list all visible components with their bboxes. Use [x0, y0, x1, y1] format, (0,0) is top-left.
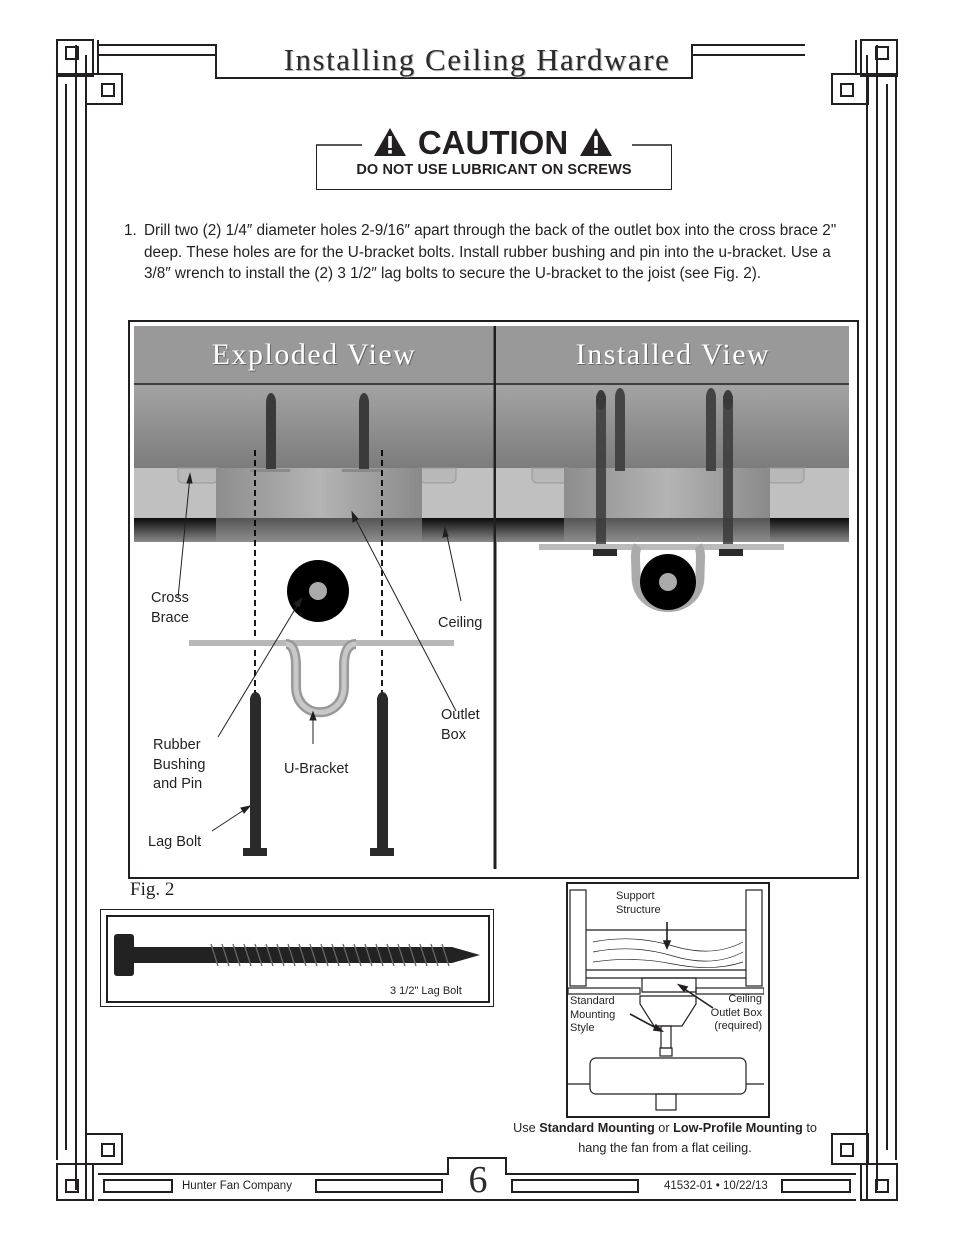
caption-line-2: hang the fan from a flat ceiling.	[578, 1140, 752, 1155]
label-line: Cross	[151, 590, 189, 606]
label-ceiling: Ceiling	[438, 615, 483, 631]
label-line: Mounting	[570, 1008, 616, 1021]
label-ceiling-outlet-box: Ceiling Outlet Box (required)	[692, 993, 762, 1034]
label-line: Outlet	[441, 707, 480, 723]
caption-text: to	[802, 1121, 817, 1135]
lag-bolt-label: 3 1/2" Lag Bolt	[390, 985, 462, 997]
lag-bolt-image	[114, 934, 480, 976]
warning-triangle-icon	[373, 128, 406, 156]
label-line: Outlet Box	[710, 1006, 762, 1019]
caution-heading: CAUTION	[300, 124, 686, 162]
label-line: Support	[616, 890, 655, 902]
caption-line-1: Use Standard Mounting or Low-Profile Mou…	[500, 1119, 830, 1139]
label-line: Box	[441, 726, 466, 743]
mounting-caption: Use Standard Mounting or Low-Profile Mou…	[500, 1119, 830, 1158]
footer-doc-id: 41532-01 • 10/22/13	[664, 1180, 768, 1192]
label-line: Style	[570, 1022, 595, 1034]
label-standard-mounting: Standard Mounting Style	[570, 995, 615, 1036]
label-lag-bolt: Lag Bolt	[148, 834, 202, 850]
label-u-bracket: U-Bracket	[284, 761, 349, 777]
step-number: 1.	[124, 222, 137, 239]
label-line: Bushing	[153, 756, 206, 773]
label-cross-brace: Cross Brace	[151, 589, 189, 628]
footer-company: Hunter Fan Company	[182, 1180, 292, 1192]
label-line: Ceiling	[728, 993, 762, 1005]
page-number: 6	[468, 1159, 488, 1201]
label-support-structure: Support Structure	[616, 890, 661, 917]
caption-text: or	[654, 1121, 674, 1135]
caption-text: Use	[513, 1121, 540, 1135]
instruction-step: 1. Drill two (2) 1/4″ diameter holes 2-9…	[124, 220, 844, 285]
label-line: Standard	[570, 995, 615, 1007]
label-rubber-bushing: Rubber Bushing and Pin	[153, 736, 205, 795]
page-title: Installing Ceiling Hardware	[283, 42, 671, 77]
label-line: and Pin	[153, 776, 203, 792]
label-line: Brace	[151, 609, 189, 626]
caption-bold: Standard Mounting	[539, 1121, 655, 1135]
label-line: (required)	[714, 1020, 762, 1032]
caution-message: DO NOT USE LUBRICANT ON SCREWS	[356, 162, 632, 178]
label-line: Rubber	[153, 737, 201, 753]
caption-bold: Low-Profile Mounting	[673, 1121, 803, 1135]
installed-view-title: Installed View	[575, 338, 771, 371]
warning-triangle-icon	[580, 128, 613, 156]
caution-title: CAUTION	[415, 124, 571, 161]
label-outlet-box: Outlet Box	[441, 706, 480, 745]
label-line: Structure	[616, 903, 661, 916]
step-text: Drill two (2) 1/4″ diameter holes 2-9/16…	[144, 222, 837, 283]
figure-caption: Fig. 2	[130, 879, 175, 900]
exploded-view-title: Exploded View	[211, 338, 417, 371]
hardware-illustration	[134, 326, 849, 869]
